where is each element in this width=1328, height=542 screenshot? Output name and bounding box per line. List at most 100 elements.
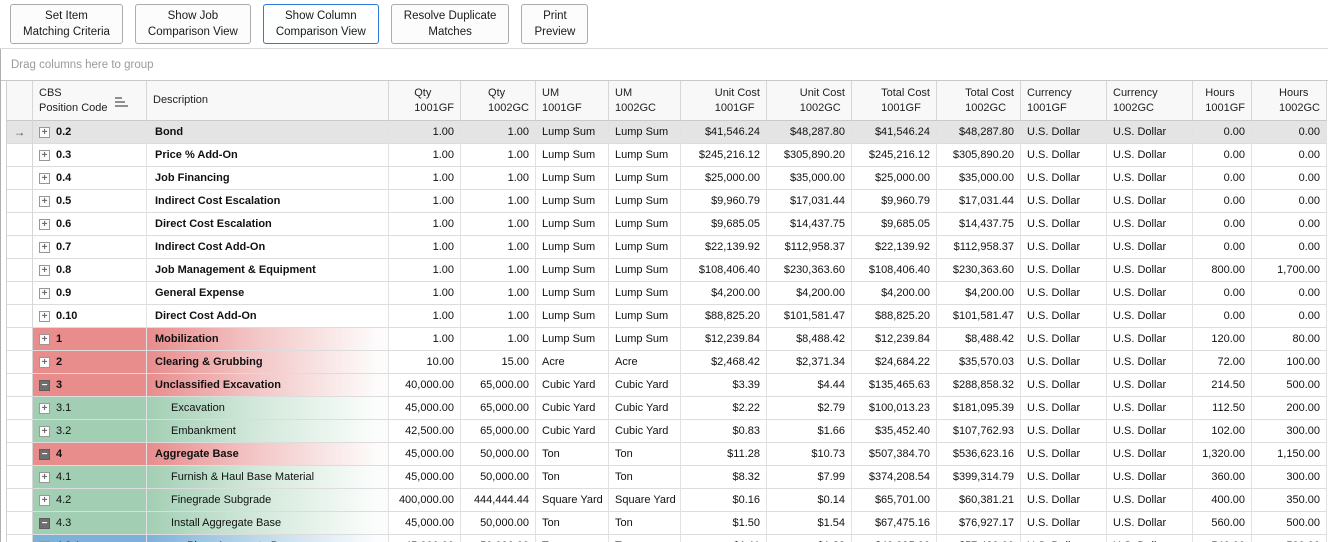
expand-icon[interactable]: + xyxy=(39,357,50,368)
um-1001gf-cell: Ton xyxy=(536,512,609,535)
qty-1001gf-cell: 1.00 xyxy=(389,144,461,167)
table-row[interactable]: +3.1Excavation45,000.0065,000.00Cubic Ya… xyxy=(7,397,1327,420)
unit-cost-1002gc-cell: $2.79 xyxy=(767,397,852,420)
table-row[interactable]: −3Unclassified Excavation40,000.0065,000… xyxy=(7,374,1327,397)
column-header-total-cost-1002gc[interactable]: Total Cost 1002GC xyxy=(937,81,1021,121)
um-1001gf-cell: Lump Sum xyxy=(536,305,609,328)
column-header-unit-cost-1002gc[interactable]: Unit Cost 1002GC xyxy=(767,81,852,121)
expand-icon[interactable]: + xyxy=(39,403,50,414)
um-1001gf-cell: Lump Sum xyxy=(536,236,609,259)
unit-cost-1002gc-cell: $48,287.80 xyxy=(767,121,852,144)
unit-cost-1001gf-cell: $2.22 xyxy=(681,397,767,420)
column-header-currency-1001gf[interactable]: Currency 1001GF xyxy=(1021,81,1107,121)
show-column-comparison-view-button[interactable]: Show Column Comparison View xyxy=(263,4,379,44)
cbs-position-code-cell: +3.1 xyxy=(33,397,147,420)
cbs-position-code-cell: −3 xyxy=(33,374,147,397)
collapse-icon[interactable]: − xyxy=(39,380,50,391)
um-1002gc-cell: Cubic Yard xyxy=(609,374,681,397)
table-row[interactable]: →+0.2Bond1.001.00Lump SumLump Sum$41,546… xyxy=(7,121,1327,144)
row-indicator xyxy=(7,236,33,259)
collapse-icon[interactable]: − xyxy=(39,518,50,529)
expand-icon[interactable]: + xyxy=(39,127,50,138)
table-row[interactable]: +0.3Price % Add-On1.001.00Lump SumLump S… xyxy=(7,144,1327,167)
table-row[interactable]: −4.3Install Aggregate Base45,000.0050,00… xyxy=(7,512,1327,535)
total-cost-1001gf-cell: $88,825.20 xyxy=(852,305,937,328)
expand-icon[interactable]: + xyxy=(39,219,50,230)
table-row[interactable]: −4Aggregate Base45,000.0050,000.00TonTon… xyxy=(7,443,1327,466)
resolve-duplicate-matches-button[interactable]: Resolve Duplicate Matches xyxy=(391,4,510,44)
qty-1002gc-cell: 65,000.00 xyxy=(461,374,536,397)
total-cost-1001gf-cell: $245,216.12 xyxy=(852,144,937,167)
table-row[interactable]: +0.6Direct Cost Escalation1.001.00Lump S… xyxy=(7,213,1327,236)
expand-icon[interactable]: + xyxy=(39,472,50,483)
print-preview-button[interactable]: Print Preview xyxy=(521,4,588,44)
currency-1002gc-cell: U.S. Dollar xyxy=(1107,374,1193,397)
show-job-comparison-view-button[interactable]: Show Job Comparison View xyxy=(135,4,251,44)
expand-icon[interactable]: + xyxy=(39,426,50,437)
expand-icon[interactable]: + xyxy=(39,495,50,506)
column-header-description[interactable]: Description xyxy=(147,81,389,121)
expand-icon[interactable]: + xyxy=(39,173,50,184)
table-row[interactable]: +2Clearing & Grubbing10.0015.00AcreAcre$… xyxy=(7,351,1327,374)
column-header-um-1001gf[interactable]: UM 1001GF xyxy=(536,81,609,121)
expand-icon[interactable]: + xyxy=(39,288,50,299)
table-row[interactable]: +4.2Finegrade Subgrade400,000.00444,444.… xyxy=(7,489,1327,512)
set-item-matching-criteria-button[interactable]: Set Item Matching Criteria xyxy=(10,4,123,44)
unit-cost-1002gc-cell: $7.99 xyxy=(767,466,852,489)
table-row[interactable]: +0.9General Expense1.001.00Lump SumLump … xyxy=(7,282,1327,305)
table-row[interactable]: +3.2Embankment42,500.0065,000.00Cubic Ya… xyxy=(7,420,1327,443)
column-header-hours-1001gf[interactable]: Hours 1001GF xyxy=(1193,81,1252,121)
hours-1001gf-cell: 0.00 xyxy=(1193,213,1252,236)
currency-1002gc-cell: U.S. Dollar xyxy=(1107,282,1193,305)
table-row[interactable]: +0.8Job Management & Equipment1.001.00Lu… xyxy=(7,259,1327,282)
table-row[interactable]: +0.7Indirect Cost Add-On1.001.00Lump Sum… xyxy=(7,236,1327,259)
row-indicator xyxy=(7,535,33,542)
unit-cost-1002gc-cell: $17,031.44 xyxy=(767,190,852,213)
table-row[interactable]: +4.1Furnish & Haul Base Material45,000.0… xyxy=(7,466,1327,489)
um-1001gf-cell: Lump Sum xyxy=(536,144,609,167)
um-1001gf-cell: Lump Sum xyxy=(536,328,609,351)
qty-1002gc-cell: 65,000.00 xyxy=(461,397,536,420)
column-header-total-cost-1001gf[interactable]: Total Cost 1001GF xyxy=(852,81,937,121)
table-row[interactable]: +0.5Indirect Cost Escalation1.001.00Lump… xyxy=(7,190,1327,213)
table-row[interactable]: +0.4Job Financing1.001.00Lump SumLump Su… xyxy=(7,167,1327,190)
qty-1001gf-cell: 45,000.00 xyxy=(389,535,461,542)
expand-icon[interactable]: + xyxy=(39,150,50,161)
expand-icon[interactable]: + xyxy=(39,334,50,345)
column-header-currency-1002gc[interactable]: Currency 1002GC xyxy=(1107,81,1193,121)
currency-1002gc-cell: U.S. Dollar xyxy=(1107,535,1193,542)
cbs-position-code-cell: +0.10 xyxy=(33,305,147,328)
expand-icon[interactable]: + xyxy=(39,196,50,207)
unit-cost-1001gf-cell: $0.16 xyxy=(681,489,767,512)
sort-icon[interactable] xyxy=(115,95,128,107)
column-header-um-1002gc[interactable]: UM 1002GC xyxy=(609,81,681,121)
hours-1002gc-cell: 0.00 xyxy=(1252,144,1327,167)
um-1001gf-cell: Lump Sum xyxy=(536,282,609,305)
column-header-qty-1001gf[interactable]: Qty 1001GF xyxy=(389,81,461,121)
total-cost-1001gf-cell: $25,000.00 xyxy=(852,167,937,190)
collapse-icon[interactable]: − xyxy=(39,449,50,460)
unit-cost-1001gf-cell: $0.83 xyxy=(681,420,767,443)
column-header-hours-1002gc[interactable]: Hours 1002GC xyxy=(1252,81,1327,121)
um-1002gc-cell: Lump Sum xyxy=(609,121,681,144)
qty-1001gf-cell: 45,000.00 xyxy=(389,512,461,535)
expand-icon[interactable]: + xyxy=(39,311,50,322)
qty-1002gc-cell: 1.00 xyxy=(461,282,536,305)
qty-1002gc-cell: 1.00 xyxy=(461,259,536,282)
hours-1001gf-cell: 360.00 xyxy=(1193,466,1252,489)
qty-1002gc-cell: 1.00 xyxy=(461,121,536,144)
table-row[interactable]: +4.3.1Place Aggregate Base45,000.0050,00… xyxy=(7,535,1327,542)
table-row[interactable]: +0.10Direct Cost Add-On1.001.00Lump SumL… xyxy=(7,305,1327,328)
currency-1001gf-cell: U.S. Dollar xyxy=(1021,489,1107,512)
column-header-qty-1002gc[interactable]: Qty 1002GC xyxy=(461,81,536,121)
expand-icon[interactable]: + xyxy=(39,265,50,276)
expand-icon[interactable]: + xyxy=(39,242,50,253)
qty-1002gc-cell: 1.00 xyxy=(461,167,536,190)
column-header-cbs-position-code[interactable]: CBS Position Code xyxy=(33,81,147,121)
column-header-unit-cost-1001gf[interactable]: Unit Cost 1001GF xyxy=(681,81,767,121)
total-cost-1002gc-cell: $536,623.16 xyxy=(937,443,1021,466)
unit-cost-1001gf-cell: $3.39 xyxy=(681,374,767,397)
table-row[interactable]: +1Mobilization1.001.00Lump SumLump Sum$1… xyxy=(7,328,1327,351)
group-by-panel[interactable]: Drag columns here to group xyxy=(1,49,1328,81)
hours-1001gf-cell: 0.00 xyxy=(1193,167,1252,190)
